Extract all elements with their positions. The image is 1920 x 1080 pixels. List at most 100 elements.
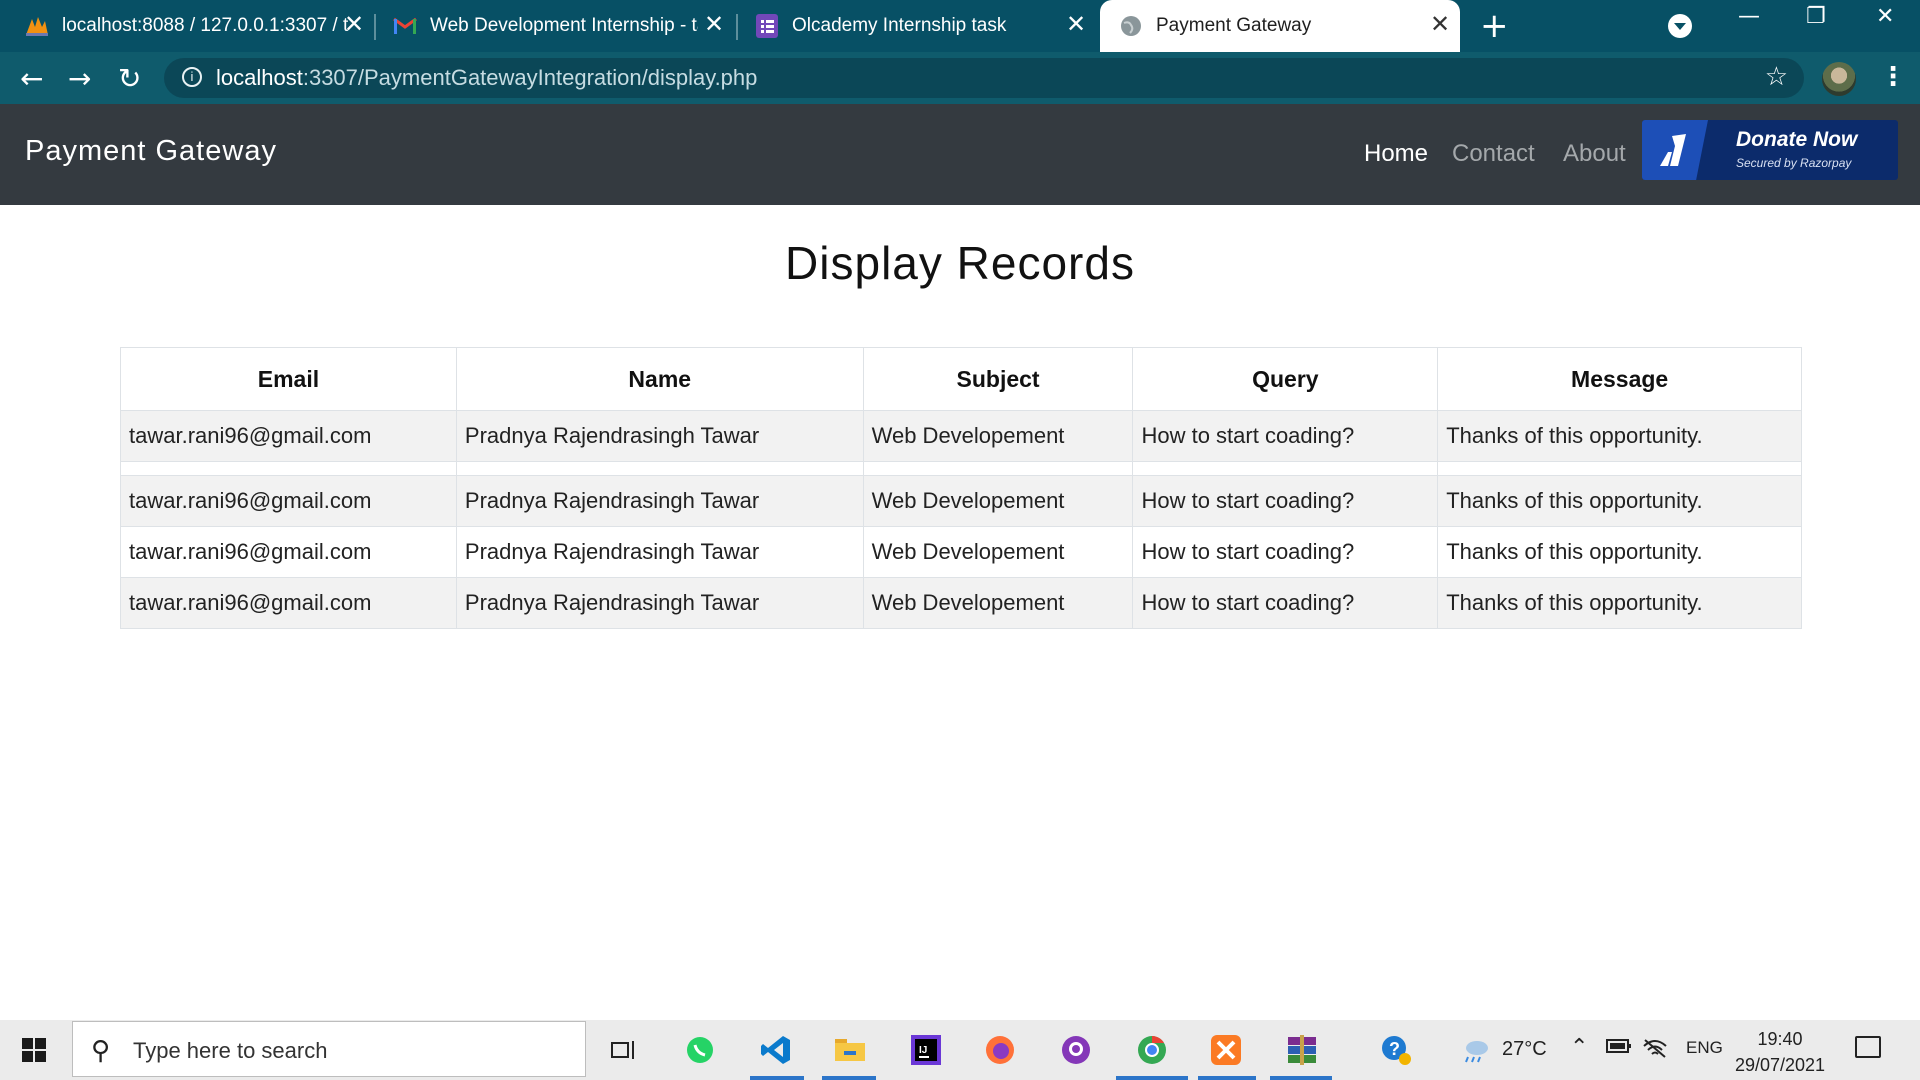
site-brand[interactable]: Payment Gateway — [25, 135, 277, 168]
minimize-icon[interactable]: — — [1738, 4, 1760, 29]
window-close-icon[interactable]: ✕ — [1876, 4, 1894, 29]
search-placeholder: Type here to search — [133, 1038, 328, 1063]
url-text[interactable]: localhost:3307/PaymentGatewayIntegration… — [216, 65, 757, 91]
tab-payment-gateway[interactable]: Payment Gateway ✕ — [1100, 0, 1460, 52]
battery-icon[interactable] — [1606, 1038, 1632, 1060]
cell-query: How to start coading? — [1132, 577, 1439, 629]
nav-home-link[interactable]: Home — [1364, 140, 1428, 168]
cell-name: Pradnya Rajendrasingh Tawar — [455, 526, 864, 578]
cell-subject: Web Developement — [862, 526, 1134, 578]
gmail-icon — [392, 13, 418, 39]
tab-title: localhost:8088 / 127.0.0.1:3307 / t — [62, 15, 349, 36]
network-offline-icon[interactable] — [1642, 1038, 1668, 1064]
tab-title: Olcademy Internship task — [792, 15, 1007, 36]
weather-temperature[interactable]: 27°C — [1502, 1038, 1547, 1061]
close-tab-icon[interactable]: ✕ — [1430, 10, 1450, 39]
table-row: tawar.rani96@gmail.com Pradnya Rajendras… — [120, 577, 1802, 629]
show-hidden-icons-icon[interactable]: ⌃ — [1570, 1034, 1588, 1060]
nav-about-link[interactable]: About — [1563, 140, 1626, 168]
chrome-icon[interactable] — [1132, 1030, 1172, 1070]
site-info-icon[interactable]: i — [182, 67, 202, 87]
svg-text:?: ? — [1389, 1039, 1400, 1059]
svg-text:IJ: IJ — [919, 1045, 927, 1056]
weather-icon[interactable] — [1456, 1030, 1496, 1070]
cell-subject: Web Developement — [862, 475, 1134, 527]
cell-query: How to start coading? — [1132, 410, 1439, 462]
table-row: tawar.rani96@gmail.com Pradnya Rajendras… — [120, 410, 1802, 462]
table-header-row: Email Name Subject Query Message — [120, 347, 1802, 411]
winrar-icon[interactable] — [1282, 1030, 1322, 1070]
cell-email: tawar.rani96@gmail.com — [120, 410, 457, 462]
cell-message: Thanks of this opportunity. — [1437, 577, 1802, 629]
cell-name: Pradnya Rajendrasingh Tawar — [455, 577, 864, 629]
cell-message: Thanks of this opportunity. — [1437, 526, 1802, 578]
taskbar-clock[interactable]: 19:40 29/07/2021 — [1730, 1026, 1830, 1078]
cell-subject: Web Developement — [862, 410, 1134, 462]
cell-email: tawar.rani96@gmail.com — [120, 475, 457, 527]
table-row: tawar.rani96@gmail.com Pradnya Rajendras… — [120, 526, 1802, 578]
whatsapp-icon[interactable] — [680, 1030, 720, 1070]
tab-olcademy[interactable]: Olcademy Internship task ✕ — [754, 0, 1092, 52]
cell-email: tawar.rani96@gmail.com — [120, 526, 457, 578]
razorpay-logo-icon — [1642, 120, 1708, 180]
column-header-subject: Subject — [862, 347, 1134, 411]
firefox-icon[interactable] — [980, 1030, 1020, 1070]
phpmyadmin-icon — [24, 13, 50, 39]
windows-taskbar: ⚲ Type here to search IJ ? 27°C ⌃ ENG 19… — [0, 1020, 1920, 1080]
nav-contact-link[interactable]: Contact — [1452, 140, 1535, 168]
address-bar[interactable]: i localhost:3307/PaymentGatewayIntegrati… — [164, 58, 1804, 98]
cell-name: Pradnya Rajendrasingh Tawar — [455, 475, 864, 527]
clock-date: 29/07/2021 — [1734, 1055, 1826, 1075]
close-tab-icon[interactable]: ✕ — [344, 10, 364, 39]
site-navbar: Payment Gateway Home Contact About Donat… — [0, 104, 1920, 205]
active-app-indicator — [1198, 1076, 1256, 1080]
globe-icon — [1118, 13, 1144, 39]
close-tab-icon[interactable]: ✕ — [1066, 10, 1086, 39]
taskbar-search-box[interactable]: ⚲ Type here to search — [72, 1021, 586, 1077]
tab-divider — [374, 14, 376, 40]
cell-query: How to start coading? — [1132, 475, 1439, 527]
active-app-indicator — [1116, 1076, 1188, 1080]
new-tab-icon[interactable]: + — [1480, 6, 1509, 46]
table-row-empty — [120, 461, 1802, 476]
help-icon[interactable]: ? — [1376, 1030, 1416, 1070]
tab-search-icon[interactable] — [1668, 14, 1692, 38]
xampp-icon[interactable] — [1206, 1030, 1246, 1070]
cell-query: How to start coading? — [1132, 526, 1439, 578]
table-row: tawar.rani96@gmail.com Pradnya Rajendras… — [120, 475, 1802, 527]
task-view-icon[interactable] — [604, 1030, 644, 1070]
cell-name: Pradnya Rajendrasingh Tawar — [455, 410, 864, 462]
tab-phpmyadmin[interactable]: localhost:8088 / 127.0.0.1:3307 / t ✕ — [24, 0, 370, 52]
cell-email: tawar.rani96@gmail.com — [120, 577, 457, 629]
tab-gmail[interactable]: Web Development Internship - ta ✕ — [392, 0, 732, 52]
restore-icon[interactable]: ❐ — [1806, 4, 1826, 29]
intellij-icon[interactable]: IJ — [906, 1030, 946, 1070]
notification-center-icon[interactable] — [1855, 1036, 1881, 1058]
page-title: Display Records — [785, 237, 1135, 289]
search-icon: ⚲ — [91, 1036, 111, 1066]
windows-start-icon[interactable] — [22, 1038, 46, 1062]
back-icon[interactable]: ← — [20, 62, 43, 95]
active-app-indicator — [750, 1076, 804, 1080]
language-indicator[interactable]: ENG — [1686, 1038, 1723, 1058]
tab-title: Payment Gateway — [1156, 15, 1312, 36]
cell-email — [120, 461, 457, 476]
reload-icon[interactable]: ↻ — [118, 62, 141, 95]
tab-divider — [736, 14, 738, 40]
bookmark-star-icon[interactable]: ☆ — [1765, 62, 1788, 92]
cell-message — [1437, 461, 1802, 476]
tab-title: Web Development Internship - ta — [430, 15, 698, 36]
vscode-icon[interactable] — [756, 1030, 796, 1070]
browser-menu-icon[interactable]: ⋮ — [1880, 62, 1906, 92]
donate-secured-text: Secured by Razorpay — [1736, 156, 1852, 170]
profile-avatar[interactable] — [1822, 62, 1856, 96]
file-explorer-icon[interactable] — [830, 1030, 870, 1070]
close-tab-icon[interactable]: ✕ — [704, 10, 724, 39]
cell-name — [455, 461, 864, 476]
donate-now-button[interactable]: Donate Now Secured by Razorpay — [1642, 120, 1898, 180]
github-desktop-icon[interactable] — [1056, 1030, 1096, 1070]
records-table: Email Name Subject Query Message tawar.r… — [120, 347, 1802, 629]
clock-time: 19:40 — [1757, 1029, 1803, 1049]
forward-icon[interactable]: → — [68, 62, 91, 95]
browser-toolbar: ← → ↻ i localhost:3307/PaymentGatewayInt… — [0, 52, 1920, 104]
